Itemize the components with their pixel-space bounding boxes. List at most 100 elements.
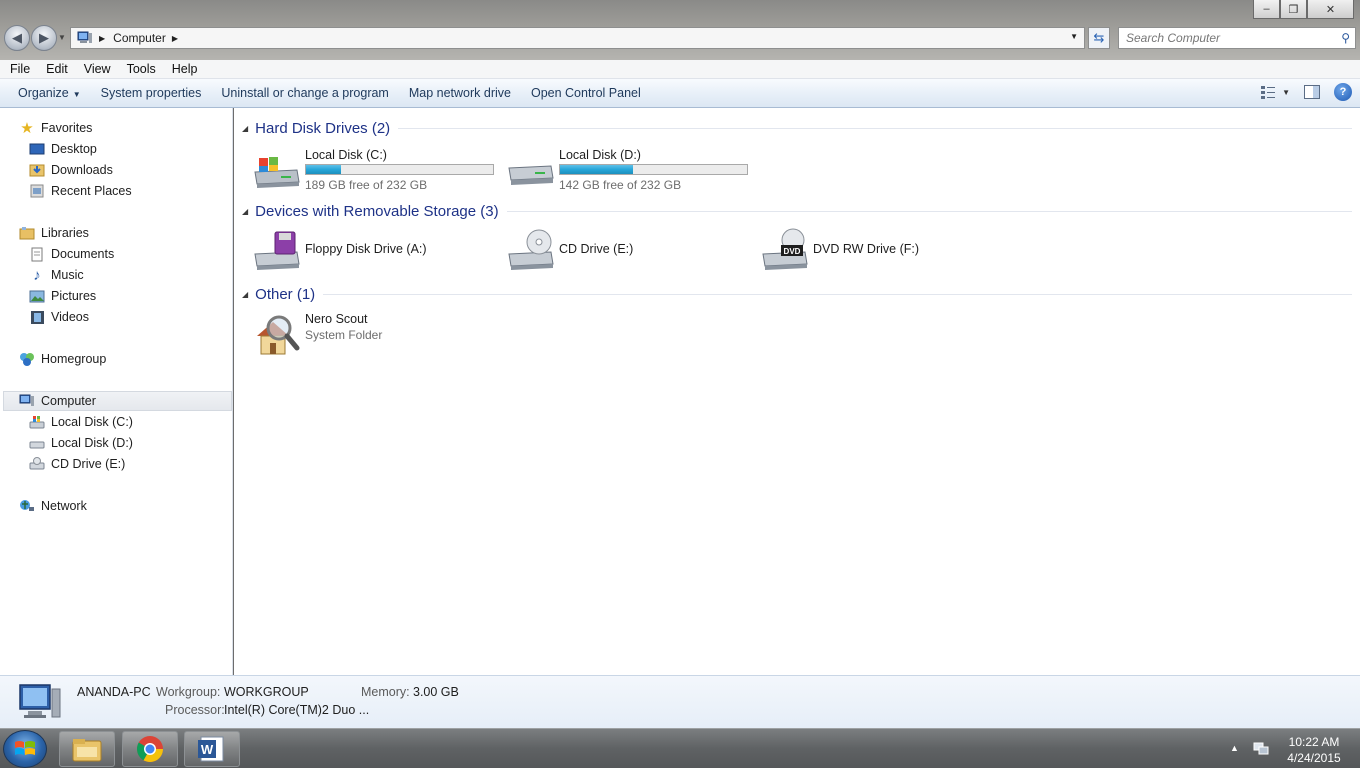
search-icon[interactable]: ⚲ xyxy=(1341,31,1350,45)
forward-arrow-icon: ▶ xyxy=(39,30,49,45)
drive-tile-c[interactable]: Local Disk (C:) 189 GB free of 232 GB xyxy=(251,146,494,194)
downloads-folder-icon xyxy=(29,162,45,178)
nav-recent-places[interactable]: Recent Places xyxy=(29,181,132,201)
uninstall-program-button[interactable]: Uninstall or change a program xyxy=(211,86,398,100)
nav-homegroup[interactable]: Homegroup xyxy=(19,349,106,369)
taskbar-chrome-button[interactable] xyxy=(122,731,178,767)
drive-tile-dvd-f[interactable]: DVD DVD RW Drive (F:) xyxy=(759,228,919,276)
menu-edit[interactable]: Edit xyxy=(38,62,76,76)
group-header-other[interactable]: ◢ Other (1) xyxy=(242,284,1352,304)
clock-date: 4/24/2015 xyxy=(1287,751,1341,765)
nav-label: Downloads xyxy=(51,163,113,177)
chevron-down-icon: ▼ xyxy=(72,90,81,99)
nav-libraries[interactable]: Libraries xyxy=(19,223,89,243)
address-bar[interactable]: ▶ Computer ▶ ▼ xyxy=(70,27,1085,49)
nav-local-disk-c[interactable]: Local Disk (C:) xyxy=(29,412,133,432)
drive-tile-cd-e[interactable]: CD Drive (E:) xyxy=(505,228,633,276)
preview-pane-icon[interactable] xyxy=(1304,85,1320,99)
back-button[interactable]: ◀ xyxy=(4,25,30,51)
network-status-icon[interactable] xyxy=(1253,741,1269,755)
address-dropdown[interactable]: ▼ xyxy=(1070,32,1078,41)
nav-music[interactable]: ♪ Music xyxy=(29,265,83,285)
nav-pictures[interactable]: Pictures xyxy=(29,286,96,306)
memory-value: 3.00 GB xyxy=(413,685,459,699)
system-clock[interactable]: 10:22 AM 4/24/2015 xyxy=(1276,734,1352,766)
drive-tile-d[interactable]: Local Disk (D:) 142 GB free of 232 GB xyxy=(505,146,748,194)
group-header-hard-disk-drives[interactable]: ◢ Hard Disk Drives (2) xyxy=(242,118,1352,138)
workgroup-label: Workgroup: xyxy=(156,685,221,699)
nav-cd-drive-e[interactable]: CD Drive (E:) xyxy=(29,454,125,474)
recent-pages-dropdown[interactable]: ▼ xyxy=(58,33,66,42)
group-divider xyxy=(398,127,1352,129)
cd-drive-icon xyxy=(508,229,554,270)
nav-favorites[interactable]: ★ Favorites xyxy=(19,118,92,138)
breadcrumb-separator[interactable]: ▶ xyxy=(172,34,178,43)
desktop-icon xyxy=(29,141,45,157)
refresh-icon: ⇆ xyxy=(1093,30,1105,45)
music-icon: ♪ xyxy=(33,266,41,284)
breadcrumb-separator[interactable]: ▶ xyxy=(99,34,105,43)
hard-drive-icon xyxy=(29,435,45,451)
search-box[interactable]: ⚲ xyxy=(1118,27,1356,49)
item-tile-nero-scout[interactable]: Nero Scout System Folder xyxy=(251,310,382,358)
caption-buttons: – ❐ ✕ xyxy=(1253,0,1354,19)
taskbar: W ▲ 10:22 AM 4/24/2015 xyxy=(0,728,1360,768)
forward-button[interactable]: ▶ xyxy=(31,25,57,51)
organize-label: Organize xyxy=(18,86,69,100)
show-hidden-icons-button[interactable]: ▲ xyxy=(1230,743,1239,753)
drive-tile-floppy-a[interactable]: Floppy Disk Drive (A:) xyxy=(251,228,427,276)
taskbar-word-button[interactable]: W xyxy=(184,731,240,767)
nav-label: Libraries xyxy=(41,226,89,240)
nav-label: Desktop xyxy=(51,142,97,156)
taskbar-explorer-button[interactable] xyxy=(59,731,115,767)
cd-drive-icon xyxy=(29,456,45,472)
map-network-drive-button[interactable]: Map network drive xyxy=(399,86,521,100)
refresh-button[interactable]: ⇆ xyxy=(1088,27,1110,49)
content-pane: ◢ Hard Disk Drives (2) Local Disk (C:) 1… xyxy=(234,108,1360,675)
change-view-button[interactable]: ▼ xyxy=(1260,85,1290,99)
workgroup-value: WORKGROUP xyxy=(224,685,309,699)
group-title: Other (1) xyxy=(255,285,316,303)
menu-tools[interactable]: Tools xyxy=(119,62,164,76)
nav-videos[interactable]: Videos xyxy=(29,307,89,327)
nero-scout-icon xyxy=(257,315,300,355)
organize-button[interactable]: Organize ▼ xyxy=(8,86,91,100)
restore-button[interactable]: ❐ xyxy=(1280,0,1307,19)
nav-label: Favorites xyxy=(41,121,93,135)
group-title: Hard Disk Drives (2) xyxy=(255,119,391,137)
menu-help[interactable]: Help xyxy=(164,62,206,76)
homegroup-icon xyxy=(19,351,35,367)
svg-text:W: W xyxy=(201,742,214,757)
item-name: Nero Scout xyxy=(305,312,368,326)
system-properties-button[interactable]: System properties xyxy=(91,86,212,100)
nav-computer[interactable]: Computer xyxy=(3,391,232,411)
group-divider xyxy=(506,210,1352,212)
group-header-removable-storage[interactable]: ◢ Devices with Removable Storage (3) xyxy=(242,201,1352,221)
breadcrumb-computer[interactable]: Computer xyxy=(113,31,166,45)
clock-time: 10:22 AM xyxy=(1288,735,1340,749)
chrome-icon xyxy=(136,736,164,763)
hard-drive-icon xyxy=(508,165,554,185)
help-icon[interactable]: ? xyxy=(1334,83,1352,101)
nav-label: Local Disk (D:) xyxy=(51,436,133,450)
drive-usage-bar xyxy=(305,164,494,175)
command-bar: Organize ▼ System properties Uninstall or… xyxy=(0,79,1360,108)
nav-desktop[interactable]: Desktop xyxy=(29,139,97,159)
menu-view[interactable]: View xyxy=(76,62,119,76)
word-icon: W xyxy=(198,736,224,762)
drive-free-space: 189 GB free of 232 GB xyxy=(305,178,428,192)
computer-icon xyxy=(77,31,92,43)
nav-documents[interactable]: Documents xyxy=(29,244,114,264)
minimize-button[interactable]: – xyxy=(1253,0,1280,19)
nav-network[interactable]: Network xyxy=(19,496,87,516)
nav-local-disk-d[interactable]: Local Disk (D:) xyxy=(29,433,133,453)
search-input[interactable] xyxy=(1126,31,1326,45)
nav-downloads[interactable]: Downloads xyxy=(29,160,113,180)
start-button[interactable] xyxy=(3,730,47,768)
nav-label: Homegroup xyxy=(41,352,107,366)
nav-label: CD Drive (E:) xyxy=(51,457,126,471)
close-button[interactable]: ✕ xyxy=(1307,0,1354,19)
menu-file[interactable]: File xyxy=(2,62,38,76)
drive-free-space: 142 GB free of 232 GB xyxy=(559,178,682,192)
open-control-panel-button[interactable]: Open Control Panel xyxy=(521,86,651,100)
